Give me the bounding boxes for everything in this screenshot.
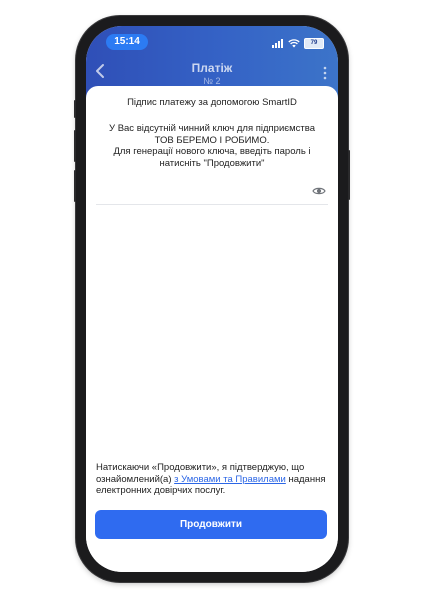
message-line-4: натисніть "Продовжити" xyxy=(159,157,265,169)
kebab-menu-icon[interactable] xyxy=(322,66,328,80)
status-bar: 15:14 79 xyxy=(86,26,338,56)
phone-screen: 15:14 79 Платіж № 2 Підпис платежу за до… xyxy=(86,26,338,572)
password-input[interactable] xyxy=(96,184,300,202)
status-icons: 79 xyxy=(272,37,324,49)
consent-text: Натискаючи «Продовжити», я підтверджую, … xyxy=(96,462,328,497)
continue-button[interactable]: Продовжити xyxy=(95,510,327,539)
wifi-icon xyxy=(288,38,300,47)
message-line-2: ТОВ БЕРЕМО І РОБИМО. xyxy=(154,134,270,146)
eye-icon[interactable] xyxy=(312,186,326,196)
status-time: 15:14 xyxy=(106,34,148,50)
phone-side-button xyxy=(74,100,76,118)
page-title: Платіж xyxy=(191,61,233,75)
missing-key-message: У Вас відсутній чинний ключ для підприєм… xyxy=(96,123,328,169)
phone-volume-down xyxy=(74,170,76,202)
terms-link[interactable]: з Умовами та Правилами xyxy=(174,474,286,485)
page-subtitle: № 2 xyxy=(203,76,221,86)
smartid-sign-sheet: Підпис платежу за допомогою SmartID У Ва… xyxy=(86,86,338,572)
phone-volume-up xyxy=(74,130,76,162)
sheet-title: Підпис платежу за допомогою SmartID xyxy=(127,97,297,108)
password-field[interactable] xyxy=(96,180,328,205)
phone-power-button xyxy=(348,150,350,200)
battery-icon: 79 xyxy=(304,37,324,49)
message-line-3: Для генерації нового ключа, введіть паро… xyxy=(113,146,311,157)
message-line-1: У Вас відсутній чинний ключ для підприєм… xyxy=(109,123,315,134)
signal-icon xyxy=(272,38,283,48)
nav-bar: Платіж № 2 xyxy=(86,58,338,86)
